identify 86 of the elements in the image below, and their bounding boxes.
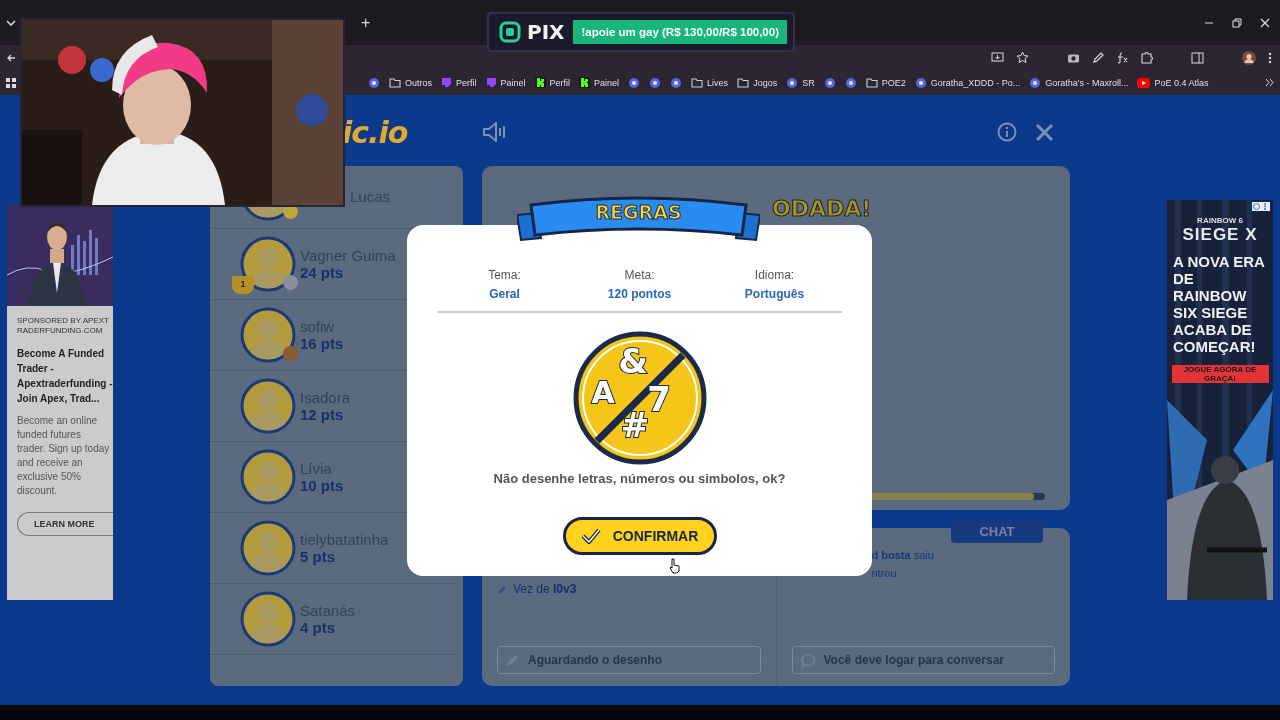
avatar-icon [240, 591, 296, 647]
k-icon [579, 77, 591, 88]
avatar-icon [240, 307, 296, 363]
site-icon [628, 76, 641, 89]
turn-text: Vez de l0v3 [513, 582, 577, 596]
round-title: ODADA! [772, 196, 873, 221]
bookmark-link[interactable]: SR [802, 77, 815, 88]
player-points: 16 pts [300, 335, 344, 352]
player-points: 5 pts [300, 548, 336, 565]
ad-headline[interactable]: Become A Funded Trader - Apextraderfunding - Join Apex, Trad... [17, 346, 113, 406]
trophy-icon: 1 [232, 276, 254, 294]
play-now-button[interactable]: JOGUE AGORA DE GRAÇA! [1171, 365, 1269, 383]
bookmark-link[interactable]: Jogos [753, 77, 778, 88]
puzzle-icon[interactable] [1140, 51, 1153, 64]
camera-icon[interactable] [1067, 52, 1080, 63]
rule-label: Tema: [488, 268, 521, 282]
new-tab-button[interactable]: + [356, 11, 376, 34]
player-points: 12 pts [300, 406, 345, 423]
pix-logo: PIX [527, 20, 565, 44]
check-icon [580, 528, 601, 544]
donation-message: !apoie um gay (R$ 130,00/R$ 100,00) [573, 20, 787, 44]
banner-title: REGRAS [594, 201, 683, 223]
avatar-icon [240, 520, 296, 576]
no-symbols-icon: & A 7 # [572, 331, 707, 465]
rule-value: 120 pontos [607, 287, 672, 301]
player-points: 24 pts [300, 264, 345, 281]
rule-value: Geral [489, 287, 520, 301]
menu-icon[interactable] [1268, 51, 1272, 64]
avatar-icon [240, 378, 296, 434]
confirm-button[interactable]: CONFIRMAR [562, 517, 717, 555]
chevron-right-icon[interactable] [1265, 78, 1274, 87]
bookmark-link[interactable]: Lives [707, 77, 729, 88]
sidebar-icon[interactable] [1191, 51, 1204, 64]
folder-icon [737, 77, 750, 88]
sponsor-label: SPONSORED BY APEXTRADERFUNDING.COM [17, 316, 110, 336]
rule-message: Não desenhe letras, números ou simbolos, ok? [493, 471, 786, 486]
install-icon[interactable] [991, 51, 1004, 64]
ad-text: Become an online funded futures trader. Sign up today and receive an exclusive 50% discount. [17, 414, 111, 498]
rule-label: Idioma: [754, 268, 795, 282]
bookmark-link[interactable]: PoE 0.4 Atlas [1154, 77, 1209, 88]
site-icon [786, 76, 799, 89]
pencil-icon [497, 583, 508, 595]
bookmark-link[interactable]: Painel [594, 77, 620, 88]
site-icon [649, 76, 662, 89]
restore-icon[interactable] [1232, 17, 1242, 28]
site-icon [670, 76, 683, 89]
ad-info-icon[interactable] [1252, 202, 1270, 211]
site-icon [914, 76, 927, 89]
site-icon [823, 76, 836, 89]
bookmark-link[interactable]: Outros [405, 77, 432, 88]
bookmark-link[interactable]: Perfil [549, 77, 571, 88]
folder-icon [691, 77, 704, 88]
player-points: 4 pts [300, 619, 336, 636]
site-icon [368, 76, 380, 89]
bookmark-link[interactable]: Perfil [456, 77, 477, 88]
site-icon [1029, 76, 1042, 89]
site-icon [844, 76, 857, 89]
bookmark-link[interactable]: Goratha_XDDD - Po... [930, 77, 1021, 88]
chat-message: ntrou [871, 566, 898, 581]
avatar-icon[interactable] [1242, 50, 1256, 65]
apps-grid-icon[interactable] [6, 77, 16, 88]
info-icon[interactable] [997, 122, 1017, 142]
brand-label: RAINBOW 6 [1197, 216, 1243, 225]
chat-message: d bosta saiu [871, 548, 935, 563]
rule-label: Meta: [624, 268, 655, 282]
rule-value: Português [744, 287, 805, 301]
chat-bubble-icon [441, 77, 452, 88]
brand-logo: SIEGE X [1182, 225, 1258, 245]
pix-logo-icon [499, 21, 521, 43]
bookmark-link[interactable]: Painel [500, 77, 526, 88]
folder-icon [389, 77, 401, 88]
player-points: 10 pts [300, 477, 344, 494]
ad-headline: A NOVA ERA DE RAINBOW SIX SIEGE ACABA DE COMEÇAR! [1172, 253, 1266, 355]
bookmark-link[interactable]: Goratha's - Maxroll... [1045, 77, 1129, 88]
k-icon [534, 77, 546, 88]
back-icon[interactable] [6, 52, 16, 63]
folder-icon [865, 77, 878, 88]
avatar-icon [240, 449, 296, 505]
chevron-down-icon[interactable] [6, 19, 16, 26]
chat-bubble-icon [485, 77, 497, 88]
play-icon [1137, 77, 1151, 88]
bookmark-link[interactable]: POE2 [881, 77, 906, 88]
game-logo: ic.io [342, 114, 408, 150]
function-icon[interactable] [1116, 51, 1128, 64]
pen-icon[interactable] [1092, 51, 1104, 64]
star-icon[interactable] [1016, 51, 1029, 64]
